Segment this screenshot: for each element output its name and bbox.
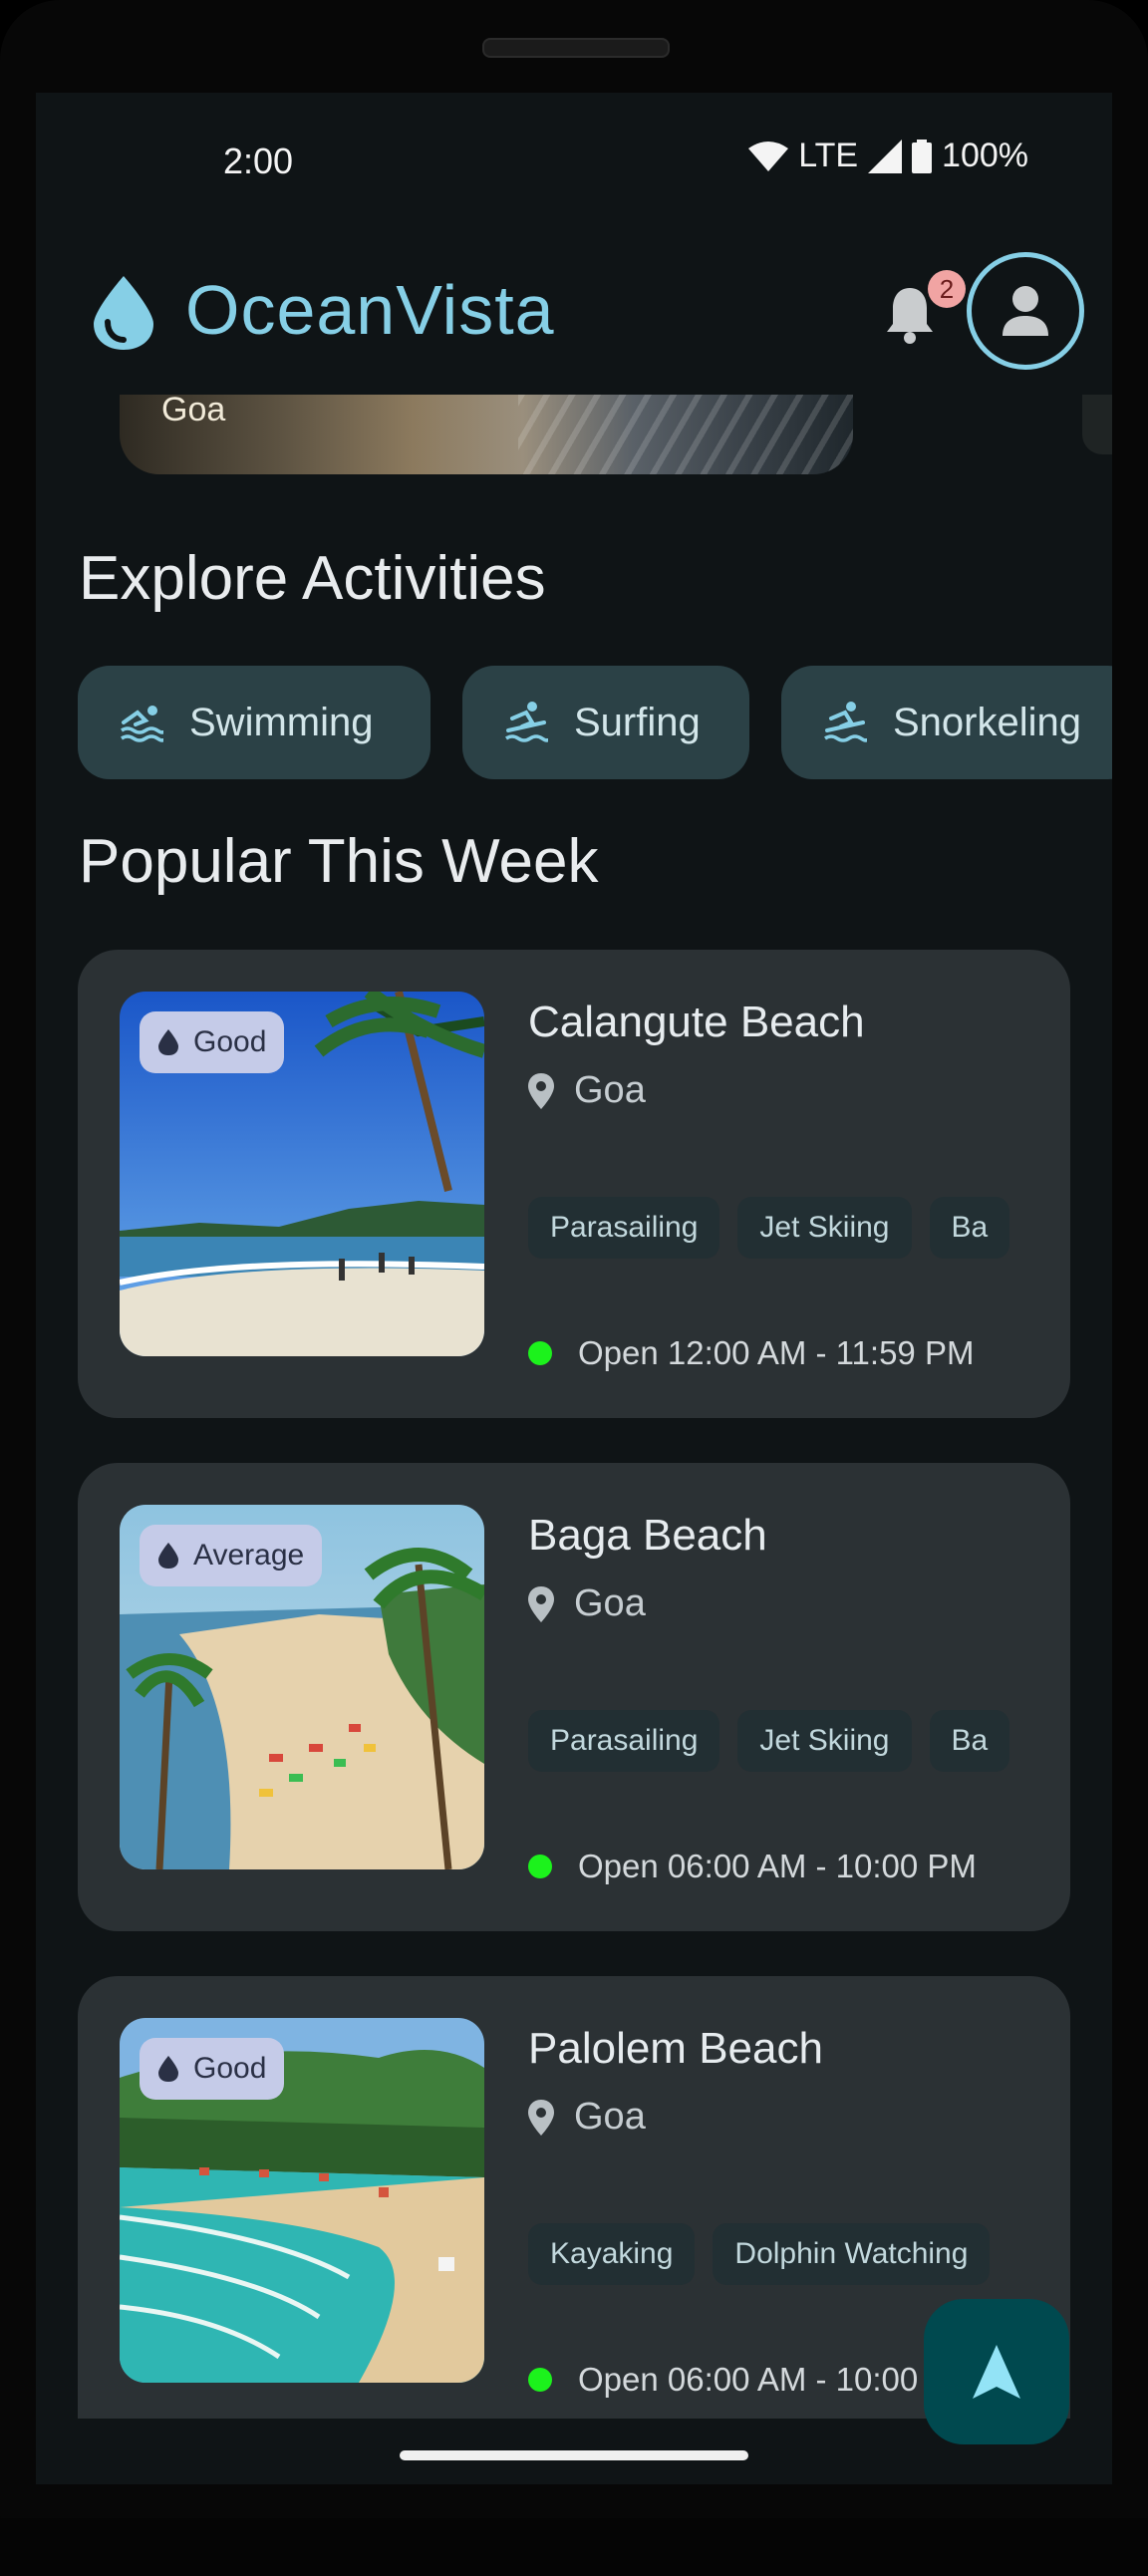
status-icons: LTE 100% <box>748 137 1028 175</box>
swimming-icon <box>121 706 163 742</box>
activity-chip-label: Surfing <box>574 700 701 744</box>
open-status-dot <box>528 1855 552 1878</box>
activity-tags: Kayaking Dolphin Watching <box>528 2223 1026 2287</box>
location-pin-icon <box>528 1072 554 1109</box>
surfing-icon <box>824 702 867 742</box>
beach-location: Goa <box>528 2096 646 2139</box>
navigation-arrow-icon <box>973 2345 1020 2399</box>
status-bar: 2:00 LTE 100% <box>36 93 1112 232</box>
app-title: OceanVista <box>185 271 555 349</box>
status-time: 2:00 <box>223 141 294 181</box>
signal-icon <box>868 139 903 173</box>
explore-activities-title: Explore Activities <box>79 544 546 613</box>
activity-tags: Parasailing Jet Skiing Ba <box>528 1197 1026 1261</box>
speaker-grille <box>482 38 670 58</box>
opening-hours: Open 06:00 AM - 10:00 PM <box>528 1848 977 1885</box>
water-quality-badge: Good <box>140 2038 285 2100</box>
beach-location-label: Goa <box>574 2096 646 2138</box>
hero-waves <box>518 395 853 474</box>
activity-tag[interactable]: Ba <box>929 1197 1010 1259</box>
activity-tag[interactable]: Ba <box>929 1710 1010 1772</box>
activity-tag[interactable]: Jet Skiing <box>737 1197 912 1259</box>
opening-hours-label: Open 06:00 AM - 10:00 PM <box>578 2361 977 2398</box>
battery-icon <box>912 139 933 173</box>
beach-name: Calangute Beach <box>528 998 865 1046</box>
activity-tag[interactable]: Dolphin Watching <box>713 2223 991 2285</box>
beach-photo: Good <box>120 992 484 1356</box>
activity-tag[interactable]: Kayaking <box>528 2223 696 2285</box>
opening-hours-label: Open 12:00 AM - 11:59 PM <box>578 1334 975 1371</box>
water-quality-badge: Average <box>140 1525 323 1586</box>
wifi-icon <box>748 141 789 171</box>
notification-badge: 2 <box>928 270 966 308</box>
opening-hours: Open 06:00 AM - 10:00 PM <box>528 2361 977 2399</box>
activity-chip-label: Swimming <box>189 700 374 744</box>
beach-card-calangute[interactable]: Good Calangute Beach Goa Parasailing Jet … <box>78 950 1070 1418</box>
activity-tag[interactable]: Parasailing <box>528 1710 720 1772</box>
activity-chip-swimming[interactable]: Swimming <box>78 666 430 779</box>
beach-location: Goa <box>528 1069 646 1112</box>
opening-hours-label: Open 06:00 AM - 10:00 PM <box>578 1848 977 1884</box>
activity-tag[interactable]: Parasailing <box>528 1197 720 1259</box>
location-pin-icon <box>528 1585 554 1622</box>
surfing-icon <box>505 702 548 742</box>
location-pin-icon <box>528 2099 554 2136</box>
open-status-dot <box>528 1341 552 1365</box>
user-icon <box>1003 286 1048 336</box>
beach-location: Goa <box>528 1582 646 1625</box>
beach-location-label: Goa <box>574 1069 646 1111</box>
beach-name: Palolem Beach <box>528 2024 823 2073</box>
beach-name: Baga Beach <box>528 1511 767 1560</box>
beach-location-label: Goa <box>574 1582 646 1624</box>
screen: 2:00 LTE 100% OceanVista 2 Goa Explore A… <box>36 93 1112 2484</box>
water-drop-icon <box>158 2056 178 2082</box>
featured-beach-card[interactable]: Goa <box>120 395 853 474</box>
popular-this-week-title: Popular This Week <box>79 827 599 896</box>
profile-button[interactable] <box>967 252 1084 370</box>
app-bar: OceanVista 2 <box>36 232 1112 392</box>
opening-hours: Open 12:00 AM - 11:59 PM <box>528 1334 974 1372</box>
water-quality-label: Good <box>193 2052 267 2085</box>
home-indicator[interactable] <box>400 2450 748 2460</box>
featured-location: Goa <box>161 395 226 429</box>
next-featured-card[interactable] <box>1082 395 1112 454</box>
water-drop-icon <box>158 1029 178 1055</box>
battery-label: 100% <box>942 137 1028 174</box>
water-drop-icon <box>158 1543 178 1569</box>
water-quality-label: Good <box>193 1025 267 1058</box>
device-frame: 2:00 LTE 100% OceanVista 2 Goa Explore A… <box>0 0 1148 2576</box>
activity-tags: Parasailing Jet Skiing Ba <box>528 1710 1026 1774</box>
activity-chip-surfing[interactable]: Surfing <box>462 666 749 779</box>
water-quality-label: Average <box>193 1539 305 1572</box>
water-quality-badge: Good <box>140 1011 285 1073</box>
beach-card-baga[interactable]: Average Baga Beach Goa Parasailing Jet Sk… <box>78 1463 1070 1931</box>
network-label: LTE <box>798 137 859 174</box>
beach-photo: Good <box>120 2018 484 2383</box>
navigate-fab[interactable] <box>924 2299 1069 2444</box>
water-drop-icon <box>94 276 153 350</box>
beach-card-palolem[interactable]: Good Palolem Beach Goa Kayaking Dolphin W… <box>78 1976 1070 2419</box>
activity-tag[interactable]: Jet Skiing <box>737 1710 912 1772</box>
open-status-dot <box>528 2368 552 2392</box>
activity-chip-label: Snorkeling <box>893 700 1082 744</box>
beach-photo: Average <box>120 1505 484 1869</box>
device-chin <box>0 2518 1148 2576</box>
activity-chip-snorkeling[interactable]: Snorkeling <box>781 666 1112 779</box>
